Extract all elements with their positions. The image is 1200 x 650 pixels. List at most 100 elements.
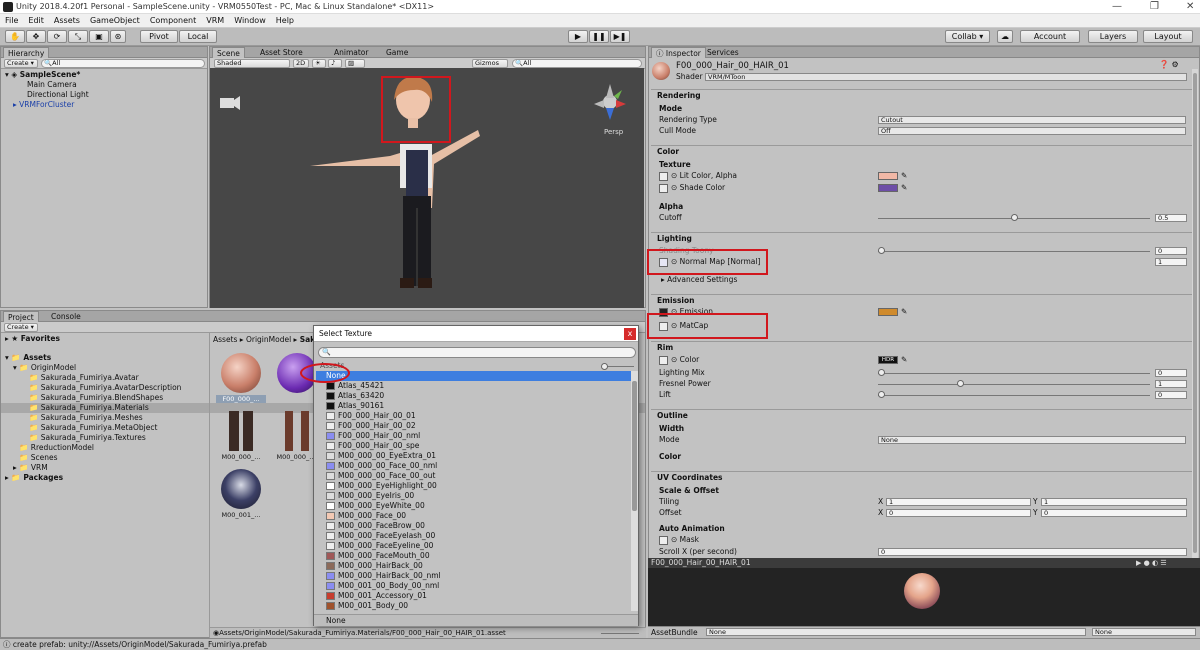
hierarchy-item-directional-light[interactable]: Directional Light: [1, 90, 207, 100]
tab-scene[interactable]: Scene: [212, 47, 245, 58]
tiling-x-input[interactable]: 1: [886, 498, 1031, 506]
fresnel-knob[interactable]: [956, 380, 964, 387]
eyedropper-icon[interactable]: ✎: [901, 307, 907, 317]
shade-color-swatch[interactable]: [878, 184, 898, 192]
tab-hierarchy[interactable]: Hierarchy: [3, 47, 50, 58]
audio-toggle-icon[interactable]: ♪: [328, 59, 342, 68]
preview-sphere-icon[interactable]: ●: [1144, 559, 1150, 567]
hierarchy-create-button[interactable]: Create ▾: [4, 59, 38, 68]
asset-thumb-mesh-2[interactable]: [277, 411, 317, 451]
asset-thumb-mesh-1[interactable]: [221, 411, 261, 451]
texture-item[interactable]: M00_000_HairBack_00: [316, 561, 631, 571]
outline-mode-dropdown[interactable]: None: [878, 436, 1186, 444]
dialog-scrollbar[interactable]: [631, 371, 638, 611]
hierarchy-search-input[interactable]: 🔍All: [41, 59, 205, 68]
tab-project[interactable]: Project: [3, 311, 39, 322]
lighting-mix-knob[interactable]: [878, 369, 885, 376]
normal-scale-value[interactable]: 1: [1155, 258, 1187, 266]
toony-value[interactable]: 0: [1155, 247, 1187, 255]
assetbundle-name-dropdown[interactable]: None: [706, 628, 1086, 636]
help-icon[interactable]: ❓: [1159, 60, 1169, 69]
menu-gameobject[interactable]: GameObject: [85, 14, 145, 25]
eyedropper-icon[interactable]: ✎: [901, 171, 907, 181]
dialog-size-slider[interactable]: [604, 366, 634, 367]
texture-item[interactable]: M00_000_HairBack_00_nml: [316, 571, 631, 581]
texture-item[interactable]: M00_000_EyeWhite_00: [316, 501, 631, 511]
preview-play-icon[interactable]: ▶: [1136, 559, 1141, 567]
texture-item[interactable]: M00_000_Face_00: [316, 511, 631, 521]
play-button[interactable]: ▶: [568, 30, 588, 43]
collab-dropdown[interactable]: Collab ▾: [945, 30, 990, 43]
move-tool-icon[interactable]: ✥: [26, 30, 46, 43]
scene-root[interactable]: ▾ ◈ SampleScene*: [1, 70, 207, 80]
lift-slider[interactable]: [878, 395, 1150, 396]
texture-item[interactable]: M00_000_00_Face_00_nml: [316, 461, 631, 471]
rim-texture-slot[interactable]: [659, 356, 668, 365]
cutoff-knob[interactable]: [1011, 214, 1018, 221]
asset-thumb-body-material[interactable]: [221, 469, 261, 509]
lighting-mix-value[interactable]: 0: [1155, 369, 1187, 377]
asset-thumb-hair-material[interactable]: [221, 353, 261, 393]
rotate-tool-icon[interactable]: ⟳: [47, 30, 67, 43]
cloud-icon[interactable]: ☁: [997, 30, 1013, 43]
project-create-button[interactable]: Create ▾: [4, 323, 38, 332]
hand-tool-icon[interactable]: ✋: [5, 30, 25, 43]
tab-animator[interactable]: Animator: [330, 47, 372, 58]
texture-item[interactable]: M00_000_FaceBrow_00: [316, 521, 631, 531]
mask-texture-slot[interactable]: [659, 536, 668, 545]
transform-tool-icon[interactable]: ⊛: [110, 30, 126, 43]
shader-dropdown[interactable]: VRM/MToon: [705, 73, 1187, 81]
preview-sphere[interactable]: [904, 573, 940, 609]
eyedropper-icon[interactable]: ✎: [901, 183, 907, 193]
texture-item[interactable]: M00_000_EyeIris_00: [316, 491, 631, 501]
menu-assets[interactable]: Assets: [49, 14, 85, 25]
tab-console[interactable]: Console: [47, 311, 85, 322]
lit-texture-slot[interactable]: [659, 172, 668, 181]
toony-knob[interactable]: [878, 247, 885, 254]
cull-mode-dropdown[interactable]: Off: [878, 127, 1186, 135]
texture-item[interactable]: M00_001_Accessory_01: [316, 591, 631, 601]
offset-y-input[interactable]: 0: [1041, 509, 1187, 517]
texture-item[interactable]: M00_000_EyeHighlight_00: [316, 481, 631, 491]
settings-gear-icon[interactable]: ⚙: [1172, 60, 1179, 69]
scale-tool-icon[interactable]: ⤡: [68, 30, 88, 43]
breadcrumb-origin[interactable]: OriginModel: [246, 335, 291, 344]
preview-light-icon[interactable]: ◐: [1152, 559, 1158, 567]
minimize-button[interactable]: —: [1112, 1, 1122, 12]
menu-help[interactable]: Help: [271, 14, 299, 25]
gizmos-dropdown[interactable]: Gizmos: [472, 59, 508, 68]
menu-window[interactable]: Window: [229, 14, 271, 25]
texture-item[interactable]: F00_000_Hair_00_spe: [316, 441, 631, 451]
menu-file[interactable]: File: [0, 14, 23, 25]
texture-item[interactable]: M00_000_FaceMouth_00: [316, 551, 631, 561]
tab-asset-store[interactable]: Asset Store: [256, 47, 307, 58]
lighting-mix-slider[interactable]: [878, 373, 1150, 374]
dialog-close-button[interactable]: x: [624, 328, 636, 340]
menu-edit[interactable]: Edit: [23, 14, 49, 25]
texture-item[interactable]: M00_001_Body_00: [316, 601, 631, 611]
maximize-button[interactable]: ❐: [1150, 1, 1159, 12]
emission-color-swatch[interactable]: [878, 308, 898, 316]
tab-game[interactable]: Game: [382, 47, 412, 58]
local-toggle[interactable]: Local: [179, 30, 217, 43]
scene-search-input[interactable]: 🔍All: [512, 59, 642, 68]
thumb-size-slider[interactable]: [601, 633, 639, 634]
advanced-settings-foldout[interactable]: ▸ Advanced Settings: [661, 275, 737, 285]
assetbundle-variant-dropdown[interactable]: None: [1092, 628, 1196, 636]
shade-texture-slot[interactable]: [659, 184, 668, 193]
rect-tool-icon[interactable]: ▣: [89, 30, 109, 43]
eyedropper-icon[interactable]: ✎: [901, 355, 907, 365]
dialog-search-input[interactable]: 🔍: [318, 347, 636, 358]
texture-item[interactable]: F00_000_Hair_00_02: [316, 421, 631, 431]
lit-color-swatch[interactable]: [878, 172, 898, 180]
preview-menu-icon[interactable]: ☰: [1160, 559, 1166, 567]
inspector-scrollbar[interactable]: [1192, 69, 1198, 559]
hierarchy-item-main-camera[interactable]: Main Camera: [1, 80, 207, 90]
texture-item[interactable]: Atlas_90161: [316, 401, 631, 411]
lighting-toggle-icon[interactable]: ☀: [312, 59, 326, 68]
rendering-type-dropdown[interactable]: Cutout: [878, 116, 1186, 124]
pause-button[interactable]: ❚❚: [589, 30, 609, 43]
tab-services[interactable]: Services: [703, 47, 743, 58]
tiling-y-input[interactable]: 1: [1041, 498, 1187, 506]
lift-knob[interactable]: [878, 391, 885, 398]
